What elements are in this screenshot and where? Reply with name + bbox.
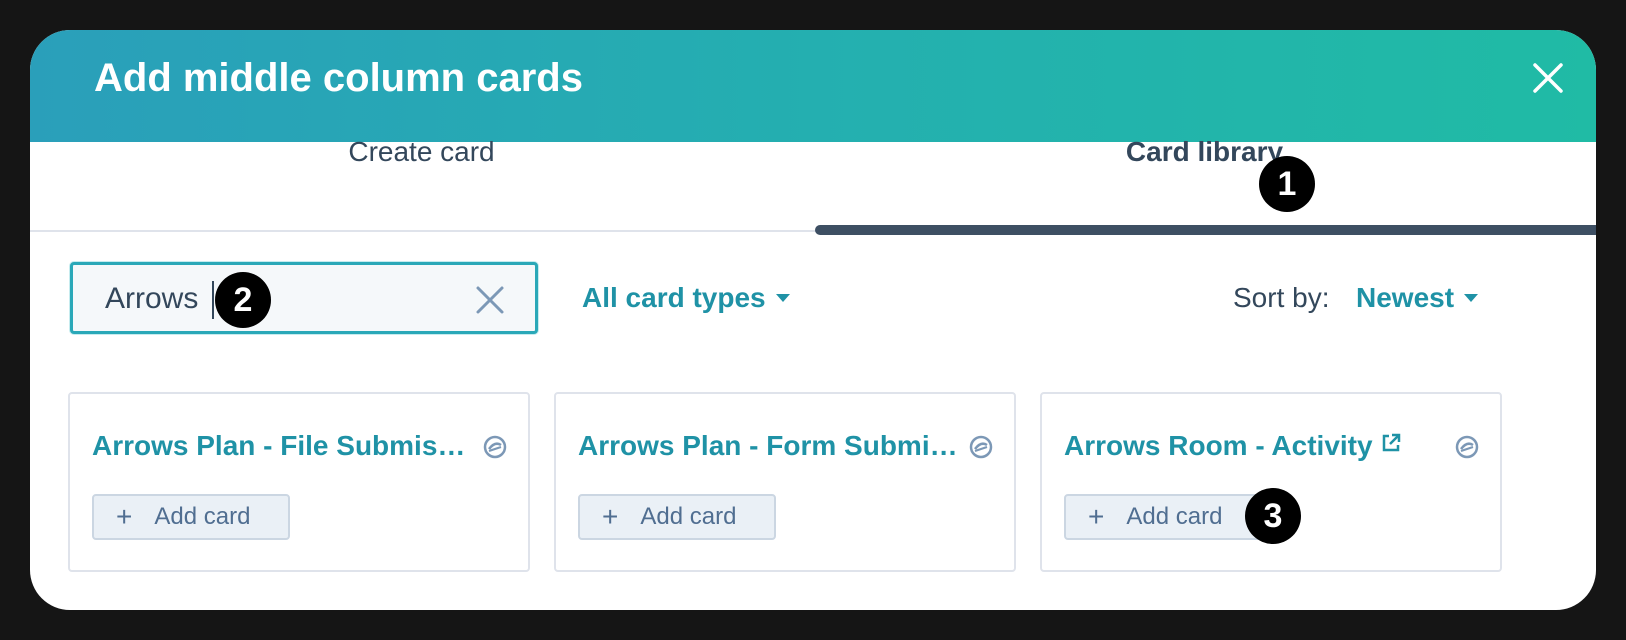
- add-card-label: Add card: [1126, 503, 1223, 530]
- close-icon: [1533, 63, 1563, 93]
- search-input-value: Arrows: [105, 282, 199, 315]
- sort-by-label: Sort by:: [1233, 282, 1330, 313]
- add-card-button[interactable]: + Add card: [92, 494, 290, 540]
- modal-title: Add middle column cards: [94, 56, 583, 100]
- card-title[interactable]: Arrows Plan - Form Submission: [578, 430, 964, 462]
- search-input[interactable]: Arrows: [70, 262, 538, 334]
- close-button[interactable]: [1524, 54, 1572, 102]
- clear-x-icon[interactable]: [475, 285, 505, 315]
- caret-down-icon: [1464, 294, 1479, 302]
- add-card-button[interactable]: + Add card: [578, 494, 776, 540]
- plus-icon: +: [116, 501, 133, 532]
- integration-badge-icon: [1455, 435, 1479, 459]
- plus-icon: +: [1088, 501, 1105, 532]
- sort-value: Newest: [1356, 282, 1455, 313]
- step-badge-1: 1: [1259, 156, 1315, 212]
- card-item: Arrows Plan - Form Submission + Add card: [554, 392, 1016, 572]
- add-card-label: Add card: [640, 503, 737, 530]
- plus-icon: +: [602, 501, 619, 532]
- tab-card-library[interactable]: Card library: [813, 112, 1596, 192]
- active-tab-indicator: [815, 225, 1596, 235]
- add-card-label: Add card: [154, 503, 251, 530]
- add-card-button[interactable]: + Add card: [1064, 494, 1262, 540]
- integration-badge-icon: [969, 435, 993, 459]
- step-badge-2: 2: [215, 272, 271, 328]
- tab-create-card-label: Create card: [348, 136, 495, 167]
- sort-dropdown[interactable]: Newest: [1356, 282, 1479, 314]
- tab-card-library-label: Card library: [1125, 136, 1284, 167]
- card-type-filter-label: All card types: [582, 282, 766, 313]
- tab-create-card[interactable]: Create card: [30, 112, 813, 192]
- step-badge-3: 3: [1245, 488, 1301, 544]
- integration-badge-icon: [483, 435, 507, 459]
- caret-down-icon: [775, 294, 790, 302]
- card-type-filter-dropdown[interactable]: All card types: [582, 282, 790, 314]
- card-item: Arrows Plan - File Submission + Add card: [68, 392, 530, 572]
- card-item: Arrows Room - Activity + Add card: [1040, 392, 1502, 572]
- card-title[interactable]: Arrows Plan - File Submission: [92, 430, 476, 462]
- card-title[interactable]: Arrows Room - Activity: [1064, 430, 1373, 462]
- external-link-icon[interactable]: [1380, 432, 1402, 454]
- text-cursor: [212, 281, 214, 319]
